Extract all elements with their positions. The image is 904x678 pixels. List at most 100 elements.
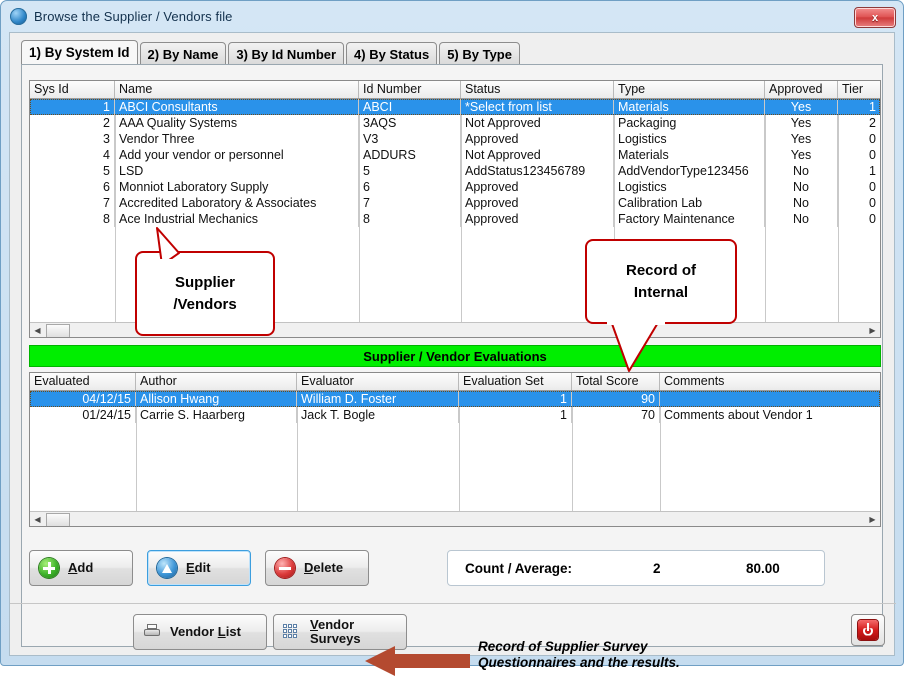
column-header-sys-id[interactable]: Sys Id [30, 81, 115, 98]
tab-by-system-id[interactable]: 1) By System Id [21, 40, 138, 65]
cell-name: Vendor Three [115, 131, 359, 147]
cell-sys-id: 2 [30, 115, 115, 131]
cell-id-number: V3 [359, 131, 461, 147]
cell-tier: 2 [838, 115, 880, 131]
column-header-name[interactable]: Name [115, 81, 359, 98]
cell-type: Logistics [614, 179, 765, 195]
plus-icon [39, 558, 59, 578]
printer-icon [143, 624, 161, 640]
evaluations-grid-header: Evaluated Author Evaluator Evaluation Se… [30, 373, 880, 391]
table-row[interactable]: 5 LSD 5 AddStatus123456789 AddVendorType… [30, 163, 880, 179]
column-header-evaluation-set[interactable]: Evaluation Set [459, 373, 572, 390]
evaluations-grid-body: 04/12/15 Allison Hwang William D. Foster… [30, 391, 880, 423]
window-title: Browse the Supplier / Vendors file [34, 9, 233, 24]
cell-approved: No [765, 195, 838, 211]
table-row[interactable]: 01/24/15 Carrie S. Haarberg Jack T. Bogl… [30, 407, 880, 423]
cell-tier: 0 [838, 195, 880, 211]
edit-button[interactable]: Edit [147, 550, 251, 586]
add-button[interactable]: Add [29, 550, 133, 586]
cell-evaluated: 04/12/15 [30, 391, 136, 407]
cell-comments: Comments about Vendor 1 [660, 407, 880, 423]
tab-by-type[interactable]: 5) By Type [439, 42, 520, 65]
evaluations-banner: Supplier / Vendor Evaluations [29, 345, 881, 367]
cell-id-number: 7 [359, 195, 461, 211]
cell-sys-id: 3 [30, 131, 115, 147]
evaluations-grid[interactable]: Evaluated Author Evaluator Evaluation Se… [29, 372, 881, 527]
scroll-right-icon[interactable]: ▶ [865, 512, 880, 526]
column-header-approved[interactable]: Approved [765, 81, 838, 98]
table-row[interactable]: 7 Accredited Laboratory & Associates 7 A… [30, 195, 880, 211]
table-row[interactable]: 4 Add your vendor or personnel ADDURS No… [30, 147, 880, 163]
edit-button-label: Edit [186, 561, 211, 575]
cell-tier: 1 [838, 163, 880, 179]
table-row[interactable]: 1 ABCI Consultants ABCI *Select from lis… [30, 99, 880, 115]
column-header-comments[interactable]: Comments [660, 373, 880, 390]
survey-annotation-text: Record of Supplier Survey Questionnaires… [478, 639, 808, 671]
cell-sys-id: 1 [30, 99, 115, 115]
vendor-grid-header: Sys Id Name Id Number Status Type Approv… [30, 81, 880, 99]
title-bar: Browse the Supplier / Vendors file [1, 1, 903, 32]
table-row[interactable]: 3 Vendor Three V3 Approved Logistics Yes… [30, 131, 880, 147]
scroll-thumb[interactable] [46, 324, 70, 338]
scroll-left-icon[interactable]: ◀ [30, 512, 45, 526]
cell-comments [660, 391, 880, 407]
cell-approved: Yes [765, 147, 838, 163]
count-value: 2 [653, 561, 661, 576]
cell-status: Approved [461, 211, 614, 227]
column-header-total-score[interactable]: Total Score [572, 373, 660, 390]
cell-status: Not Approved [461, 147, 614, 163]
table-row[interactable]: 2 AAA Quality Systems 3AQS Not Approved … [30, 115, 880, 131]
average-value: 80.00 [746, 561, 780, 576]
column-header-type[interactable]: Type [614, 81, 765, 98]
tab-by-status[interactable]: 4) By Status [346, 42, 437, 65]
cell-total-score: 70 [572, 407, 660, 423]
triangle-icon [157, 558, 177, 578]
tab-by-name[interactable]: 2) By Name [140, 42, 227, 65]
column-header-id-number[interactable]: Id Number [359, 81, 461, 98]
evaluations-grid-hscrollbar[interactable]: ◀ ▶ [30, 511, 880, 526]
cell-author: Carrie S. Haarberg [136, 407, 297, 423]
cell-id-number: 6 [359, 179, 461, 195]
count-average-label: Count / Average: [465, 561, 572, 576]
cell-type: AddVendorType123456 [614, 163, 765, 179]
close-icon: x [872, 12, 878, 24]
client-area: 1) By System Id 2) By Name 3) By Id Numb… [9, 32, 895, 656]
scroll-left-icon[interactable]: ◀ [30, 323, 45, 337]
exit-button[interactable] [851, 614, 885, 646]
cell-approved: Yes [765, 131, 838, 147]
cell-evaluator: William D. Foster [297, 391, 459, 407]
column-header-evaluated[interactable]: Evaluated [30, 373, 136, 390]
count-average-box: Count / Average: 2 80.00 [447, 550, 825, 586]
delete-button-label: Delete [304, 561, 343, 575]
column-header-evaluator[interactable]: Evaluator [297, 373, 459, 390]
cell-author: Allison Hwang [136, 391, 297, 407]
table-row[interactable]: 6 Monniot Laboratory Supply 6 Approved L… [30, 179, 880, 195]
cell-approved: No [765, 163, 838, 179]
cell-type: Packaging [614, 115, 765, 131]
vendor-list-button[interactable]: Vendor List [133, 614, 267, 650]
tab-by-id-number[interactable]: 3) By Id Number [228, 42, 344, 65]
survey-annotation-arrow [365, 644, 470, 678]
scroll-thumb[interactable] [46, 513, 70, 527]
cell-type: Materials [614, 147, 765, 163]
cell-evaluation-set: 1 [459, 407, 572, 423]
close-button[interactable]: x [854, 7, 896, 28]
table-row[interactable]: 8 Ace Industrial Mechanics 8 Approved Fa… [30, 211, 880, 227]
delete-button[interactable]: Delete [265, 550, 369, 586]
cell-evaluation-set: 1 [459, 391, 572, 407]
cell-name: AAA Quality Systems [115, 115, 359, 131]
cell-tier: 0 [838, 211, 880, 227]
cell-name: ABCI Consultants [115, 99, 359, 115]
table-row[interactable]: 04/12/15 Allison Hwang William D. Foster… [30, 391, 880, 407]
minus-circle-icon [275, 558, 295, 578]
cell-id-number: ADDURS [359, 147, 461, 163]
cell-type: Materials [614, 99, 765, 115]
scroll-right-icon[interactable]: ▶ [865, 323, 880, 337]
column-header-tier[interactable]: Tier [838, 81, 880, 98]
column-header-author[interactable]: Author [136, 373, 297, 390]
cell-tier: 0 [838, 147, 880, 163]
column-header-status[interactable]: Status [461, 81, 614, 98]
cell-tier: 1 [838, 99, 880, 115]
application-window: Browse the Supplier / Vendors file x 1) … [0, 0, 904, 666]
globe-icon [10, 8, 27, 25]
